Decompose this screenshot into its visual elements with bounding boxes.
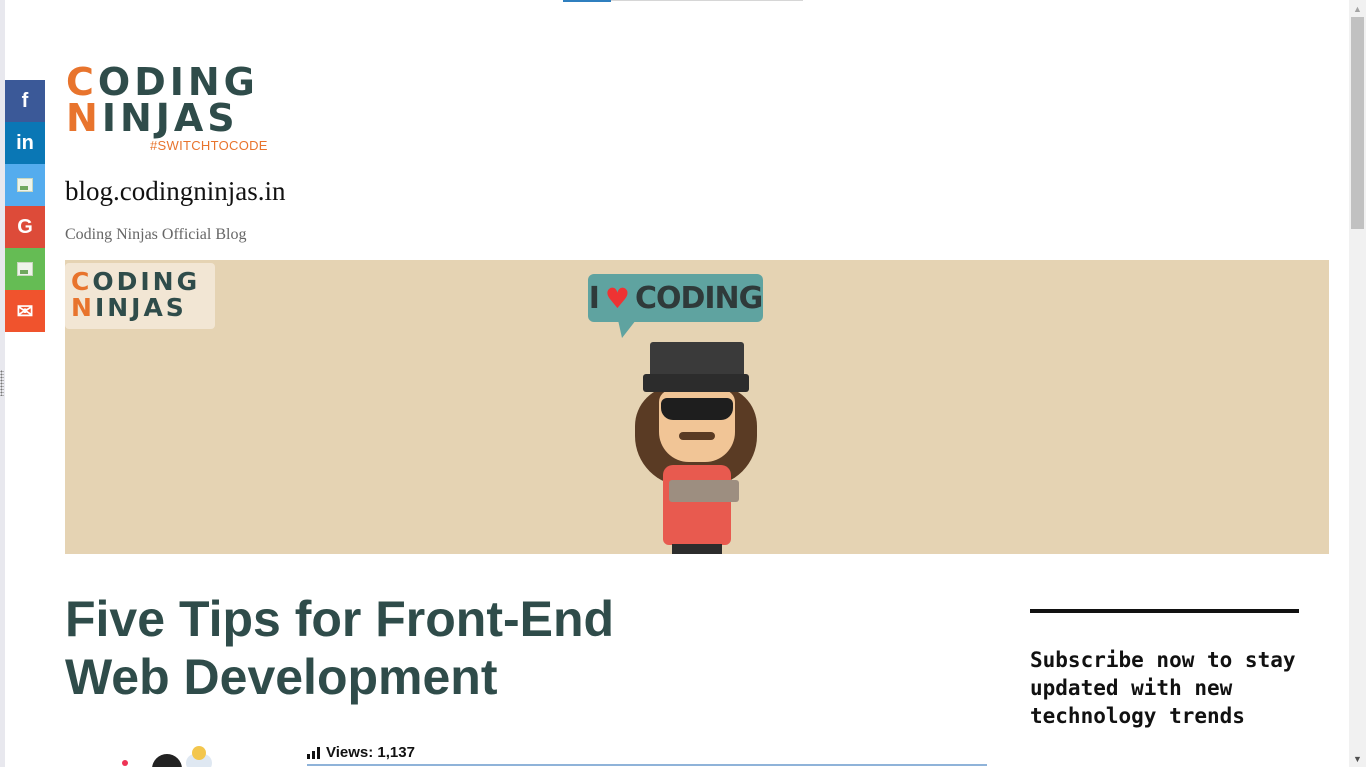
email-share-button[interactable]: ✉ [5, 290, 45, 332]
scroll-down-arrow-icon[interactable]: ▼ [1349, 750, 1366, 767]
logo-line-2: NINJAS [66, 96, 239, 140]
banner-logo-line-1: CODING [71, 267, 201, 296]
vertical-scrollbar[interactable]: ▲ ▼ [1349, 0, 1366, 767]
character-shirt [663, 465, 731, 545]
site-description: Coding Ninjas Official Blog [65, 226, 247, 243]
character-pants [672, 544, 722, 554]
mail-icon: ✉ [16, 300, 34, 323]
site-logo[interactable]: CODING NINJAS #SWITCHTOCODE [66, 60, 276, 156]
subscribe-widget-title: Subscribe now to stay updated with new t… [1030, 648, 1296, 728]
whatsapp-share-button[interactable] [5, 248, 45, 290]
page: f in G ✉ CODING NINJAS #SWITCHTOCODE blo… [0, 0, 1366, 767]
post-views: Views: 1,137 [307, 744, 415, 761]
speech-bubble-tail [618, 320, 636, 338]
sidebar-divider [1030, 609, 1299, 613]
drag-handle[interactable] [0, 370, 4, 396]
speech-bubble: I ♥ CODING [588, 274, 763, 322]
logo-line-1: CODING [66, 60, 259, 104]
bar-chart-icon [307, 746, 320, 759]
reading-progress-bar [563, 0, 611, 2]
character-sunglasses [661, 398, 733, 420]
linkedin-icon: in [16, 131, 34, 154]
logo-tagline: #SWITCHTOCODE [150, 138, 268, 153]
character-mustache [679, 432, 715, 440]
character-hat-brim [643, 374, 749, 392]
article-title[interactable]: Five Tips for Front-End Web Development [65, 590, 705, 706]
article-thumbnail[interactable] [100, 742, 220, 767]
character-bag [669, 480, 739, 502]
twitter-share-button[interactable] [5, 164, 45, 206]
linkedin-share-button[interactable]: in [5, 122, 45, 164]
header-banner-image[interactable]: CODING NINJAS I ♥ CODING [65, 260, 1329, 554]
google-icon: G [17, 215, 33, 238]
scrollbar-thumb[interactable] [1351, 17, 1364, 229]
site-title-link[interactable]: blog.codingninjas.in [65, 176, 285, 207]
google-share-button[interactable]: G [5, 206, 45, 248]
views-count: Views: 1,137 [326, 744, 415, 761]
banner-logo-line-2: NINJAS [71, 293, 187, 322]
character-hat [650, 342, 744, 378]
heart-icon: ♥ [604, 281, 630, 315]
facebook-share-button[interactable]: f [5, 80, 45, 122]
scroll-up-arrow-icon[interactable]: ▲ [1349, 0, 1366, 17]
facebook-icon: f [21, 89, 29, 112]
views-divider [307, 764, 987, 766]
banner-logo: CODING NINJAS [65, 263, 215, 329]
twitter-icon [17, 178, 33, 192]
whatsapp-icon [17, 262, 33, 276]
social-share-bar: f in G ✉ [5, 80, 45, 332]
